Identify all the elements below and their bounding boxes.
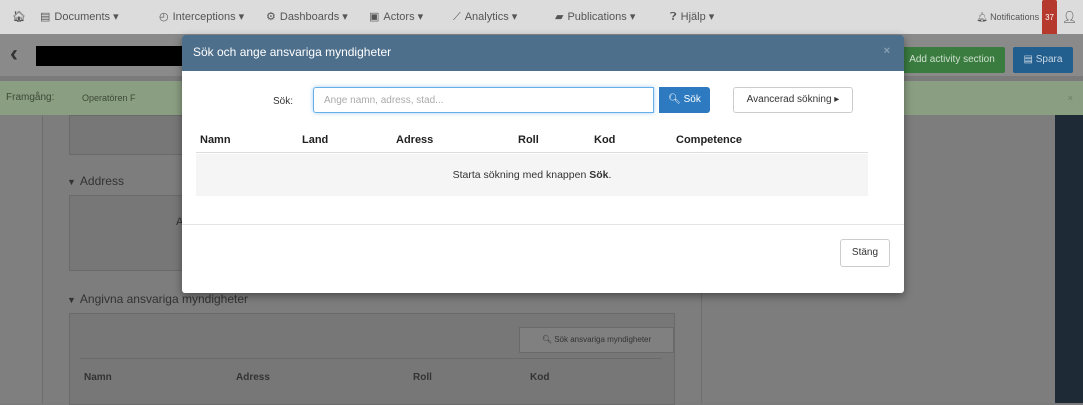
home-icon[interactable]: 🏠︎ (12, 0, 26, 34)
save-button[interactable]: ▤ Spara (1013, 47, 1073, 73)
chart-icon: ⟋ (453, 11, 461, 23)
publication-icon: ▰ (555, 11, 564, 23)
back-chevron-icon[interactable]: ‹ (10, 40, 18, 68)
col-land[interactable]: Land (302, 134, 328, 146)
nav-analytics[interactable]: ⟋ Analytics ▾ (453, 0, 517, 34)
search-label: Sök: (273, 96, 294, 107)
col-roll[interactable]: Roll (518, 134, 539, 146)
notifications[interactable]: 🔔︎ Notifications 37 (976, 0, 1057, 36)
search-input[interactable] (313, 87, 654, 113)
user-icon[interactable]: 👤︎ (1062, 0, 1077, 34)
divider (80, 358, 662, 359)
redacted-title (36, 46, 186, 66)
nav-actors[interactable]: ▣ Actors ▾ (369, 0, 423, 34)
empty-results-row: Starta sökning med knappen Sök. (196, 154, 868, 196)
modal-close-icon[interactable]: × (884, 45, 890, 57)
search-icon: 🔍︎ (541, 335, 552, 344)
search-authorities-modal: Sök och ange ansvariga myndigheter × Sök… (182, 35, 904, 293)
authorities-section-heading[interactable]: ▼ Angivna ansvariga myndigheter (67, 292, 248, 306)
col-namn[interactable]: Namn (200, 134, 231, 146)
address-section-heading[interactable]: ▼ Address (67, 174, 124, 188)
alert-text: Operatören F (82, 93, 136, 103)
interception-icon: ◴ (159, 11, 169, 23)
alert-close-icon[interactable]: × (1068, 81, 1073, 115)
document-icon: ▤ (40, 11, 51, 23)
save-icon: ▤ (1023, 54, 1033, 65)
left-margin (0, 115, 42, 403)
question-icon: ❓︎ (670, 11, 677, 23)
add-activity-section-button[interactable]: Add activity section (899, 47, 1005, 73)
advanced-search-button[interactable]: Avancerad sökning ▸ (733, 87, 853, 113)
id-card-icon: ▣ (369, 11, 380, 23)
nav-publications[interactable]: ▰ Publications ▾ (555, 0, 635, 34)
bell-icon: 🔔︎ (976, 12, 988, 22)
search-button[interactable]: 🔍︎ Sök (659, 87, 710, 113)
nav-help[interactable]: ❓︎ Hjälp ▾ (670, 0, 714, 34)
table-header-divider (196, 152, 868, 153)
chevron-down-icon: ▼ (67, 295, 76, 305)
nav-dashboards[interactable]: ⚙ Dashboards ▾ (266, 0, 348, 34)
right-sidebar (1055, 115, 1083, 403)
bg-col-namn: Namn (84, 372, 112, 383)
chevron-down-icon: ▼ (67, 177, 76, 187)
search-authorities-button[interactable]: 🔍︎ Sök ansvariga myndigheter (519, 327, 674, 353)
modal-title: Sök och ange ansvariga myndigheter (193, 45, 392, 59)
bg-col-adress: Adress (236, 372, 270, 383)
close-button[interactable]: Stäng (840, 239, 890, 267)
col-competence[interactable]: Competence (676, 134, 742, 146)
modal-footer-divider (182, 224, 904, 225)
modal-header: Sök och ange ansvariga myndigheter × (182, 35, 904, 71)
search-icon: 🔍︎ (668, 94, 681, 105)
col-adress[interactable]: Adress (396, 134, 433, 146)
nav-documents[interactable]: ▤ Documents ▾ (40, 0, 119, 34)
alert-label: Framgång: (6, 92, 55, 103)
bg-col-kod: Kod (530, 372, 550, 383)
bg-col-roll: Roll (413, 372, 432, 383)
dashboard-icon: ⚙ (266, 11, 276, 23)
top-navigation: 🏠︎ ▤ Documents ▾ ◴ Interceptions ▾ ⚙ Dashbo… (0, 0, 1083, 36)
notification-badge: 37 (1042, 0, 1057, 36)
col-kod[interactable]: Kod (594, 134, 615, 146)
nav-interceptions[interactable]: ◴ Interceptions ▾ (159, 0, 244, 34)
